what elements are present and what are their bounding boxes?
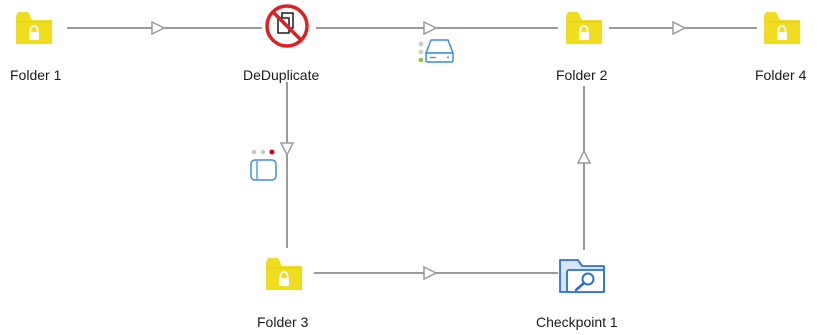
flow-arrow-icon [279, 142, 295, 157]
connection-checkpoint1-to-folder2[interactable] [576, 86, 592, 250]
node-folder2[interactable] [565, 11, 603, 45]
folder2-label: Folder 2 [556, 67, 608, 83]
status-dot [269, 149, 275, 155]
deduplicate-label: DeDuplicate [243, 67, 320, 83]
drive-badge[interactable] [418, 39, 454, 63]
connection-folder2-to-folder4[interactable] [609, 20, 757, 36]
node-folder4[interactable] [763, 11, 801, 45]
document-badge-icon [250, 159, 277, 181]
folder1-label: Folder 1 [10, 67, 62, 83]
flow-arrow-icon [672, 20, 687, 36]
status-dot [418, 41, 424, 47]
locked-folder-icon [763, 11, 801, 45]
locked-folder-icon [265, 257, 303, 291]
connection-deduplicate-to-folder3[interactable] [279, 82, 295, 248]
status-dot [418, 49, 424, 55]
checkpoint1-label: Checkpoint 1 [536, 314, 618, 330]
status-dot [251, 149, 257, 155]
status-dot [260, 149, 266, 155]
deduplicate-icon [265, 4, 309, 48]
flow-canvas [15, 4, 801, 293]
document-badge[interactable] [250, 149, 277, 181]
folder3-label: Folder 3 [257, 314, 309, 330]
flow-arrow-icon [576, 149, 592, 164]
node-folder1[interactable] [15, 11, 53, 45]
connection-folder3-to-checkpoint1[interactable] [314, 265, 558, 281]
flow-arrow-icon [423, 20, 438, 36]
flow-arrow-icon [423, 265, 438, 281]
node-deduplicate[interactable] [265, 4, 309, 48]
folder4-label: Folder 4 [755, 67, 807, 83]
node-folder3[interactable] [265, 257, 303, 291]
status-dot [418, 57, 424, 63]
checkpoint-search-folder-icon [559, 259, 605, 293]
drive-badge-icon [425, 39, 454, 63]
locked-folder-icon [15, 11, 53, 45]
connection-deduplicate-to-folder2[interactable] [316, 20, 558, 36]
node-checkpoint1[interactable] [559, 259, 605, 293]
flow-arrow-icon [151, 20, 166, 36]
locked-folder-icon [565, 11, 603, 45]
connection-folder1-to-deduplicate[interactable] [67, 20, 262, 36]
